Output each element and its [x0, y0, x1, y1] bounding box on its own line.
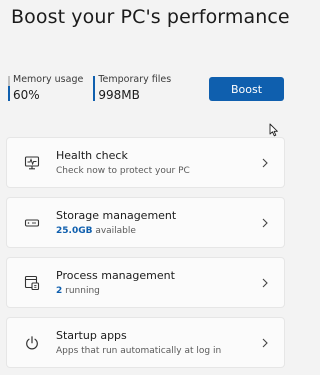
- power-icon: [26, 336, 38, 350]
- storage-drive-icon: [24, 219, 40, 227]
- memory-usage-level-fill: [8, 86, 10, 101]
- storage-available-value: 25.0GB: [56, 226, 93, 236]
- chevron-right-icon: [262, 278, 268, 288]
- health-check-title: Health check: [56, 149, 128, 162]
- memory-usage-value: 60%: [13, 88, 40, 102]
- temporary-files-level-fill: [93, 76, 96, 101]
- boost-page: Boost your PC's performance Memory usage…: [0, 0, 292, 375]
- storage-management-card[interactable]: Storage management 25.0GB available: [6, 197, 285, 248]
- process-window-icon: [24, 275, 40, 291]
- health-check-card[interactable]: Health check Check now to protect your P…: [6, 137, 285, 188]
- chevron-right-icon: [262, 218, 268, 228]
- mouse-cursor-icon: [269, 123, 278, 137]
- health-check-subtitle: Check now to protect your PC: [56, 166, 190, 176]
- startup-apps-card[interactable]: Startup apps Apps that run automatically…: [6, 317, 285, 368]
- page-title: Boost your PC's performance: [11, 6, 290, 28]
- temporary-files-level-bar: [93, 76, 96, 101]
- process-management-subtitle: 2 running: [56, 286, 100, 296]
- process-management-title: Process management: [56, 269, 175, 282]
- storage-management-title: Storage management: [56, 209, 177, 222]
- memory-usage-stat: Memory usage 60%: [8, 74, 83, 103]
- temporary-files-stat: Temporary files 998MB: [93, 74, 171, 103]
- storage-management-subtitle: 25.0GB available: [56, 226, 136, 236]
- chevron-right-icon: [262, 158, 268, 168]
- startup-apps-title: Startup apps: [56, 329, 127, 342]
- boost-button[interactable]: Boost: [209, 77, 284, 101]
- chevron-right-icon: [262, 338, 268, 348]
- process-running-suffix: running: [62, 286, 100, 296]
- temporary-files-value: 998MB: [98, 88, 140, 102]
- startup-apps-subtitle: Apps that run automatically at log in: [56, 346, 222, 356]
- health-monitor-icon: [24, 156, 40, 170]
- temporary-files-label: Temporary files: [98, 74, 172, 85]
- memory-usage-level-bar: [8, 76, 10, 101]
- memory-usage-label: Memory usage: [13, 74, 84, 85]
- storage-available-suffix: available: [92, 226, 136, 236]
- process-management-card[interactable]: Process management 2 running: [6, 257, 285, 308]
- stats-bar: Memory usage 60% Temporary files 998MB: [8, 74, 181, 103]
